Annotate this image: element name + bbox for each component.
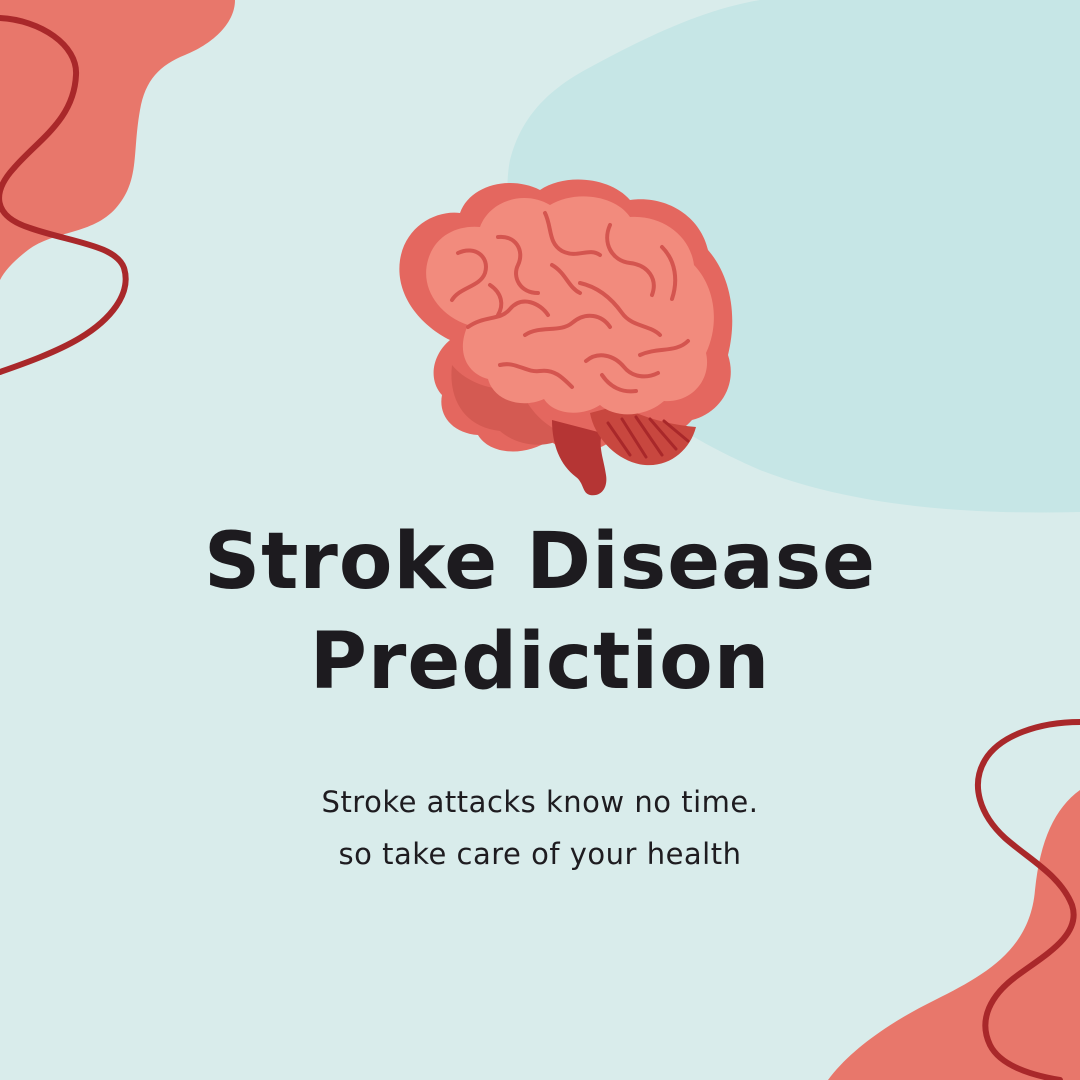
brain-icon (399, 179, 733, 496)
coral-blob-top-left (0, 0, 235, 280)
brain-illustration (340, 165, 750, 505)
poster-canvas: Stroke Disease Prediction Stroke attacks… (0, 0, 1080, 1080)
title-line-2: Prediction (309, 617, 771, 707)
coral-blob-bottom-right (828, 790, 1080, 1080)
subtitle-line-1: Stroke attacks know no time. (321, 785, 759, 819)
subtitle-line-2: so take care of your health (338, 837, 742, 871)
title-line-1: Stroke Disease (203, 517, 877, 607)
